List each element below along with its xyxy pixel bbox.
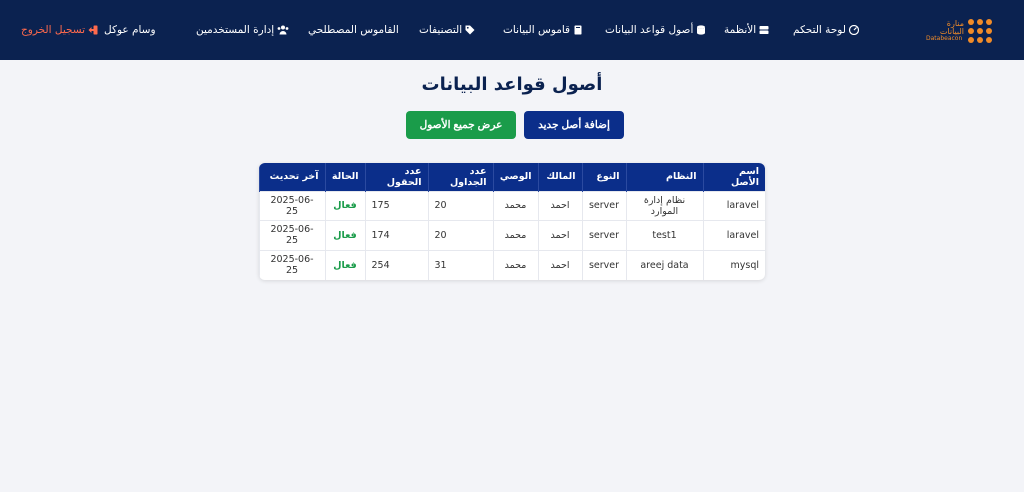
cell-custodian: محمد — [492, 249, 538, 280]
cell-type: server — [581, 220, 626, 250]
cell-custodian: محمد — [492, 220, 538, 250]
nav-glossary-label: القاموس المصطلحي — [308, 24, 399, 36]
users-icon — [277, 25, 289, 35]
logout-link[interactable]: تسجيل الخروج — [21, 22, 98, 38]
nav-classifications-label: التصنيفات — [419, 24, 463, 36]
cell-system: test1 — [625, 220, 703, 250]
nav-user-management[interactable]: إدارة المستخدمين — [196, 22, 289, 38]
table-row[interactable]: laravel test1 server احمد محمد 20 174 فع… — [259, 220, 765, 250]
cell-fields-count: 174 — [364, 220, 428, 250]
cell-owner: احمد — [537, 220, 582, 250]
cell-tables-count: 31 — [427, 249, 493, 280]
cell-type: server — [581, 249, 626, 280]
add-asset-button[interactable]: إضافة أصل جديد — [524, 111, 624, 139]
cell-asset-name: mysql — [702, 249, 765, 280]
nav-user-management-label: إدارة المستخدمين — [196, 24, 275, 36]
cell-type: server — [581, 190, 626, 221]
status-badge: فعال — [324, 249, 365, 280]
cell-fields-count: 254 — [364, 249, 428, 280]
cell-owner: احمد — [537, 249, 582, 280]
cell-system: areej data — [625, 249, 703, 280]
assets-table-container: اسم الأصل النظام النوع المالك الوصي عدد … — [259, 163, 765, 280]
username-label: وسام عوكل — [104, 24, 156, 36]
table-row[interactable]: laravel نظام إدارة الموارد server احمد م… — [259, 190, 765, 221]
col-header-system[interactable]: النظام — [625, 163, 703, 191]
brand-name-en: Databeacon — [926, 35, 963, 42]
tags-icon — [465, 25, 475, 35]
brand-name-ar: منارة البيانات — [939, 19, 964, 36]
nav-assets[interactable]: أصول قواعد البيانات — [605, 22, 706, 38]
database-icon — [697, 25, 706, 35]
logout-icon — [88, 25, 98, 35]
col-header-status[interactable]: الحالة — [324, 163, 365, 191]
book-icon — [574, 25, 582, 35]
status-badge: فعال — [324, 190, 365, 221]
cell-tables-count: 20 — [427, 220, 493, 250]
nav-dictionary[interactable]: قاموس البيانات — [503, 22, 583, 38]
nav-dashboard-label: لوحة التحكم — [793, 24, 846, 36]
cell-tables-count: 20 — [427, 190, 493, 221]
cell-asset-name: laravel — [702, 190, 765, 221]
page-title: أصول قواعد البيانات — [421, 74, 603, 95]
table-header-row: اسم الأصل النظام النوع المالك الوصي عدد … — [259, 163, 765, 191]
col-header-name[interactable]: اسم الأصل — [702, 163, 765, 191]
cell-system: نظام إدارة الموارد — [625, 190, 703, 221]
status-badge: فعال — [324, 220, 365, 250]
cell-last-updated: 2025-06-25 — [259, 249, 325, 280]
nav-systems-label: الأنظمة — [724, 24, 757, 36]
brand-logo[interactable]: منارة البيانات Databeacon — [926, 18, 992, 44]
view-all-assets-button[interactable]: عرض جميع الأصول — [406, 111, 516, 139]
nav-systems[interactable]: الأنظمة — [724, 22, 769, 38]
nav-dictionary-label: قاموس البيانات — [503, 24, 571, 36]
assets-table: اسم الأصل النظام النوع المالك الوصي عدد … — [259, 163, 765, 280]
top-navbar: منارة البيانات Databeacon لوحة التحكم ال… — [0, 0, 1024, 60]
cell-fields-count: 175 — [364, 190, 428, 221]
col-header-type[interactable]: النوع — [581, 163, 626, 191]
logout-label: تسجيل الخروج — [21, 24, 86, 36]
nav-assets-label: أصول قواعد البيانات — [605, 24, 694, 36]
cell-owner: احمد — [537, 190, 582, 221]
col-header-custodian[interactable]: الوصي — [492, 163, 538, 191]
col-header-fields[interactable]: عدد الحقول — [364, 163, 428, 191]
cell-custodian: محمد — [492, 190, 538, 221]
cell-last-updated: 2025-06-25 — [259, 220, 325, 250]
nav-classifications[interactable]: التصنيفات — [419, 22, 475, 38]
col-header-tables[interactable]: عدد الجداول — [427, 163, 493, 191]
server-icon — [759, 26, 769, 34]
nav-glossary[interactable]: القاموس المصطلحي — [308, 22, 399, 38]
nav-username[interactable]: وسام عوكل — [104, 22, 156, 38]
col-header-owner[interactable]: المالك — [537, 163, 582, 191]
table-row[interactable]: mysql areej data server احمد محمد 31 254… — [259, 249, 765, 280]
col-header-updated[interactable]: آخر تحديث — [259, 163, 325, 191]
dashboard-icon — [848, 25, 859, 35]
cell-asset-name: laravel — [702, 220, 765, 250]
cell-last-updated: 2025-06-25 — [259, 190, 325, 221]
nav-dashboard[interactable]: لوحة التحكم — [793, 22, 859, 38]
logo-dots-icon — [968, 19, 992, 43]
